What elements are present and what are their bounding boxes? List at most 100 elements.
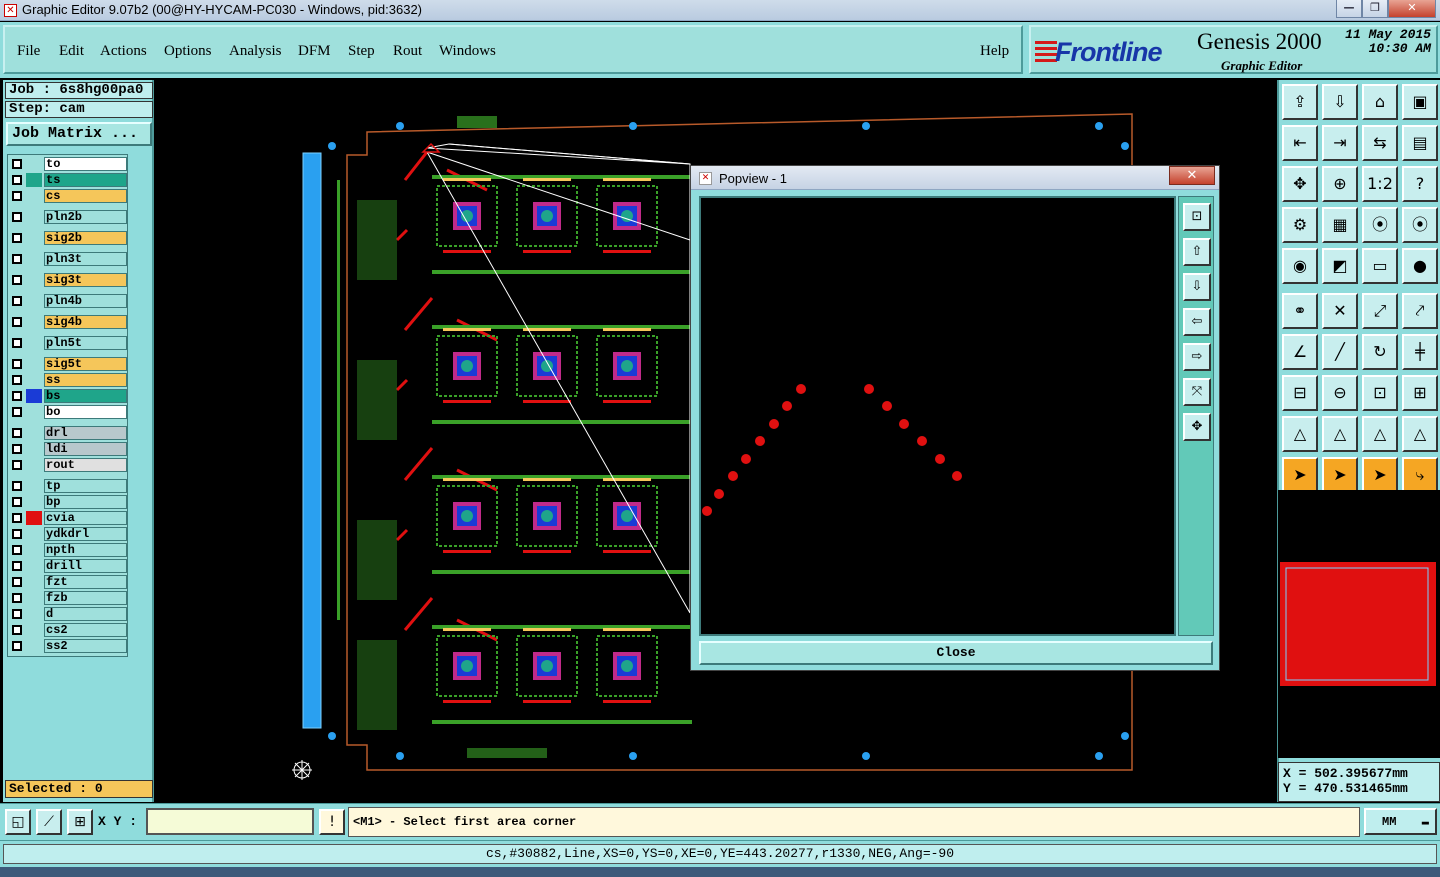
settings-icon[interactable]: ⚙ xyxy=(1282,207,1318,243)
layer-checkbox[interactable] xyxy=(12,481,22,491)
layer-checkbox[interactable] xyxy=(12,191,22,201)
layer-color-swatch[interactable] xyxy=(26,623,42,637)
layer-name[interactable]: bs xyxy=(44,389,127,403)
connect-icon[interactable]: ⚭ xyxy=(1282,293,1318,329)
layer-row-to[interactable]: to xyxy=(10,157,127,171)
layer-color-swatch[interactable] xyxy=(26,511,42,525)
layer-row-fzb[interactable]: fzb xyxy=(10,591,127,605)
rotate-icon[interactable]: ↻ xyxy=(1362,334,1398,370)
layer-checkbox[interactable] xyxy=(12,444,22,454)
layer-color-swatch[interactable] xyxy=(26,479,42,493)
menu-file[interactable]: File xyxy=(17,43,40,60)
layer-checkbox[interactable] xyxy=(12,275,22,285)
menu-dfm[interactable]: DFM xyxy=(298,43,331,60)
fill-icon[interactable]: ◩ xyxy=(1322,248,1358,284)
home-icon[interactable]: ⌂ xyxy=(1362,84,1398,120)
menu-actions[interactable]: Actions xyxy=(100,43,147,60)
layer-color-swatch[interactable] xyxy=(26,336,42,350)
layer-checkbox[interactable] xyxy=(12,375,22,385)
grid-snap-icon[interactable]: ⊞ xyxy=(67,809,93,835)
window-icon[interactable]: ▣ xyxy=(1402,84,1438,120)
layer-name[interactable]: ydkdrl xyxy=(44,527,127,541)
pointer-icon[interactable]: ➤ xyxy=(1282,457,1318,493)
layer-name[interactable]: cvia xyxy=(44,511,127,525)
layer-checkbox[interactable] xyxy=(12,159,22,169)
layer-row-ss[interactable]: ss xyxy=(10,373,127,387)
layer-color-swatch[interactable] xyxy=(26,607,42,621)
layer-color-swatch[interactable] xyxy=(26,458,42,472)
layer-checkbox[interactable] xyxy=(12,254,22,264)
layer-color-swatch[interactable] xyxy=(26,315,42,329)
ruler-icon[interactable]: ▭ xyxy=(1362,248,1398,284)
pad-icon[interactable]: ◉ xyxy=(1282,248,1318,284)
layer-name[interactable]: rout xyxy=(44,458,127,472)
layer-checkbox[interactable] xyxy=(12,609,22,619)
layer-checkbox[interactable] xyxy=(12,391,22,401)
layer-row-ss2[interactable]: ss2 xyxy=(10,639,127,653)
popview-close-icon[interactable]: ✕ xyxy=(1169,166,1215,185)
popview-close-button[interactable]: Close xyxy=(699,641,1213,665)
layer-row-pln4b[interactable]: pln4b xyxy=(10,294,127,308)
help-icon[interactable]: ? xyxy=(1402,166,1438,202)
layer-name[interactable]: to xyxy=(44,157,127,171)
layer-name[interactable]: sig2b xyxy=(44,231,127,245)
layer-checkbox[interactable] xyxy=(12,460,22,470)
popview-center-icon[interactable]: ✥ xyxy=(1183,413,1211,441)
delete-icon[interactable]: ✕ xyxy=(1322,293,1358,329)
menu-options[interactable]: Options xyxy=(164,43,212,60)
menu-windows[interactable]: Windows xyxy=(439,43,496,60)
layer-name[interactable]: fzb xyxy=(44,591,127,605)
pan-right-icon[interactable]: ⇥ xyxy=(1322,125,1358,161)
triangle-icon[interactable]: △ xyxy=(1282,416,1318,452)
menu-edit[interactable]: Edit xyxy=(59,43,84,60)
layer-name[interactable]: sig3t xyxy=(44,273,127,287)
arc-icon[interactable]: ⤤ xyxy=(1402,293,1438,329)
job-matrix-button[interactable]: Job Matrix ... xyxy=(6,122,152,146)
layer-checkbox[interactable] xyxy=(12,497,22,507)
mirror-icon[interactable]: ╪ xyxy=(1402,334,1438,370)
layer-name[interactable]: ts xyxy=(44,173,127,187)
swap-icon[interactable]: ⇆ xyxy=(1362,125,1398,161)
layer-color-swatch[interactable] xyxy=(26,231,42,245)
popview-titlebar[interactable]: ✕ Popview - 1 ✕ xyxy=(691,166,1219,190)
layer-checkbox[interactable] xyxy=(12,641,22,651)
maximize-button[interactable]: ❐ xyxy=(1362,0,1388,18)
layer-row-d[interactable]: d xyxy=(10,607,127,621)
probe-alt-icon[interactable]: ⦿ xyxy=(1402,207,1438,243)
resize-icon[interactable]: ⊡ xyxy=(1362,375,1398,411)
move-icon[interactable]: ⊟ xyxy=(1282,375,1318,411)
pan-left-icon[interactable]: ⇤ xyxy=(1282,125,1318,161)
layer-checkbox[interactable] xyxy=(12,593,22,603)
layer-name[interactable]: pln2b xyxy=(44,210,127,224)
minimize-button[interactable]: — xyxy=(1336,0,1362,18)
units-select[interactable]: MM ▬ xyxy=(1364,808,1437,835)
zoom-fit-icon[interactable]: ✥ xyxy=(1282,166,1318,202)
popview-down-icon[interactable]: ⇩ xyxy=(1183,273,1211,301)
layer-color-swatch[interactable] xyxy=(26,173,42,187)
layer-checkbox[interactable] xyxy=(12,233,22,243)
layer-checkbox[interactable] xyxy=(12,529,22,539)
layer-color-swatch[interactable] xyxy=(26,495,42,509)
minimap[interactable] xyxy=(1278,490,1440,758)
layer-name[interactable]: sig5t xyxy=(44,357,127,371)
layer-color-swatch[interactable] xyxy=(26,157,42,171)
layer-name[interactable]: d xyxy=(44,607,127,621)
layer-name[interactable]: bp xyxy=(44,495,127,509)
layer-row-drill[interactable]: drill xyxy=(10,559,127,573)
layer-name[interactable]: drl xyxy=(44,426,127,440)
layer-checkbox[interactable] xyxy=(12,625,22,635)
layer-row-bs[interactable]: bs xyxy=(10,389,127,403)
grid-icon[interactable]: ▤ xyxy=(1402,125,1438,161)
layer-color-swatch[interactable] xyxy=(26,357,42,371)
layer-name[interactable]: ss2 xyxy=(44,639,127,653)
layer-name[interactable]: cs2 xyxy=(44,623,127,637)
line-icon[interactable]: ⤢ xyxy=(1362,293,1398,329)
layer-checkbox[interactable] xyxy=(12,212,22,222)
menu-rout[interactable]: Rout xyxy=(393,43,422,60)
triangle-cross-icon[interactable]: △ xyxy=(1402,416,1438,452)
route-icon[interactable]: ⤷ xyxy=(1402,457,1438,493)
layer-row-sig5t[interactable]: sig5t xyxy=(10,357,127,371)
layer-color-swatch[interactable] xyxy=(26,543,42,557)
layer-row-rout[interactable]: rout xyxy=(10,458,127,472)
layer-color-swatch[interactable] xyxy=(26,405,42,419)
